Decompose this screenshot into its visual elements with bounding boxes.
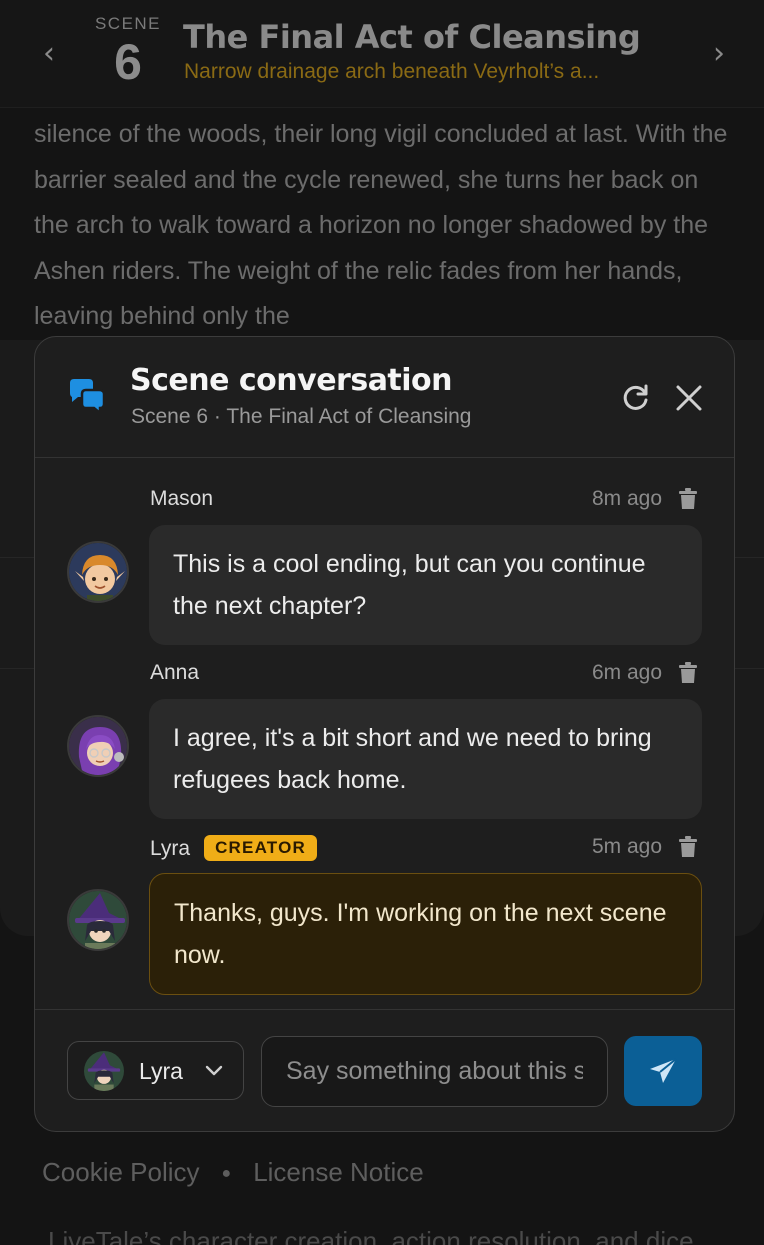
chevron-left-icon[interactable]: ‹ [34,34,64,74]
avatar [67,889,129,951]
scene-header-bar: ‹ SCENE 6 The Final Act of Cleansing Nar… [0,0,764,108]
scene-subtitle: Narrow drainage arch beneath Veyrholt’s … [184,60,600,83]
scene-number: 6 [114,34,142,90]
cookie-policy-link[interactable]: Cookie Policy [42,1157,200,1187]
message-author: Lyra CREATOR [150,835,317,861]
send-button[interactable] [624,1036,702,1106]
trash-icon[interactable] [678,836,698,858]
close-icon[interactable] [672,381,706,415]
trash-icon[interactable] [678,662,698,684]
message-timestamp: 5m ago [591,835,662,858]
avatar [84,1051,124,1091]
chat-bubbles-icon [70,379,106,416]
scene-label: SCENE [94,14,162,33]
send-icon [650,1058,677,1083]
message-bubble: I agree, it's a bit short and we need to… [149,699,702,819]
separator-dot: ● [221,1165,232,1183]
author-name: Lyra [150,837,191,860]
composer: Lyra [35,1009,734,1131]
creator-badge: CREATOR [204,835,317,861]
chevron-right-icon[interactable]: › [704,34,734,74]
modal-subtitle: Scene 6 · The Final Act of Cleansing [131,405,472,428]
footer-links: Cookie Policy ● License Notice [42,1157,424,1188]
message-bubble: This is a cool ending, but can you conti… [149,525,702,645]
persona-dropdown[interactable]: Lyra [67,1041,244,1100]
scene-conversation-modal: Scene conversation Scene 6 · The Final A… [34,336,735,1132]
message-timestamp: 8m ago [591,487,662,510]
avatar [67,715,129,777]
message-author: Mason [150,487,214,510]
footer-text: LiveTale’s character creation, action re… [48,1226,694,1245]
modal-header: Scene conversation Scene 6 · The Final A… [35,337,734,458]
message-list[interactable]: Mason 8m ago This is a cool ending, but … [35,459,734,1009]
refresh-icon[interactable] [619,381,653,415]
license-notice-link[interactable]: License Notice [253,1157,424,1187]
modal-title: Scene conversation [130,363,453,398]
message-bubble: Thanks, guys. I'm working on the next sc… [149,873,702,995]
persona-name: Lyra [139,1058,183,1084]
trash-icon[interactable] [678,488,698,510]
chevron-down-icon [205,1065,223,1076]
scene-title: The Final Act of Cleansing [183,18,641,56]
message-author: Anna [150,661,200,684]
message-input[interactable] [261,1036,608,1107]
avatar [67,541,129,603]
story-text: silence of the woods, their long vigil c… [34,120,728,330]
message-timestamp: 6m ago [591,661,662,684]
